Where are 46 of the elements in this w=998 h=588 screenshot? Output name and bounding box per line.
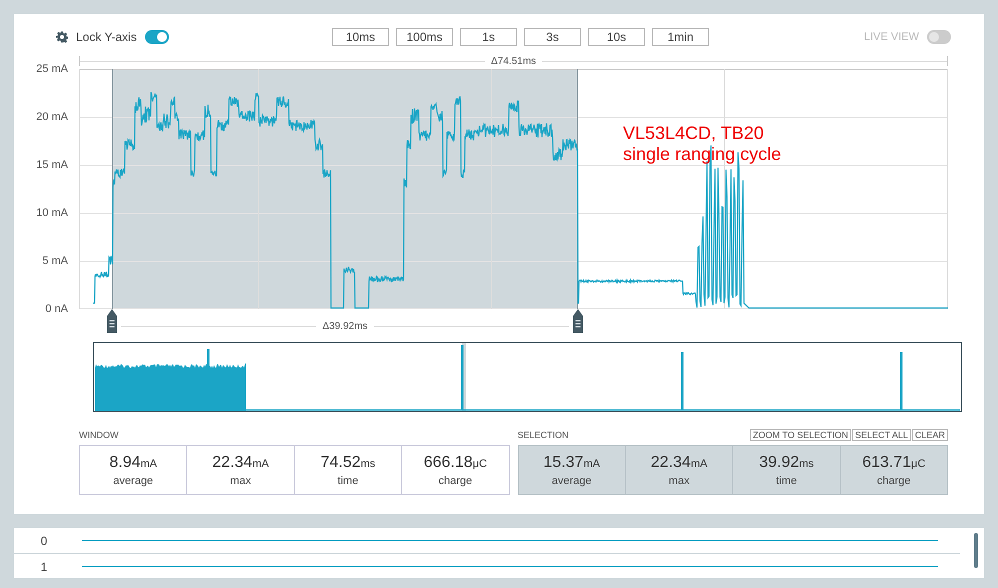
selection-duration: Δ39.92ms (321, 320, 369, 332)
axis-label: 5 mA (42, 255, 68, 267)
time-range-button[interactable]: 3s (524, 28, 581, 46)
stat-value: 613.71μC (862, 454, 926, 472)
scrollbar-thumb[interactable] (974, 533, 978, 568)
stat-label: average (552, 474, 592, 486)
axis-label: 25 mA (36, 63, 68, 75)
stat-label: time (776, 474, 797, 486)
stat-value: 74.52ms (320, 454, 376, 472)
time-range-button[interactable]: 100ms (396, 28, 453, 46)
section-title: SELECTION (518, 430, 569, 440)
window-duration: Δ74.51ms (490, 56, 538, 66)
stat-label: time (338, 474, 358, 486)
selection-handle[interactable] (573, 309, 583, 333)
annotation-text: VL53L4CD, TB20 (623, 122, 764, 144)
stat-value: 22.34mA (650, 454, 708, 472)
stat-value: 666.18μC (424, 454, 487, 472)
selection-action-button[interactable]: SELECT ALL (852, 429, 911, 441)
stat-label: charge (876, 474, 911, 486)
axis-label: 15 mA (36, 159, 68, 171)
stat-label: max (668, 474, 690, 486)
channel-label: 0 (40, 534, 48, 548)
settings-icon[interactable] (56, 31, 68, 43)
stat-value: 15.37mA (543, 454, 600, 472)
channel-label: 1 (40, 560, 48, 574)
axis-label: 0 nA (45, 303, 68, 315)
stat-value: 22.34mA (212, 454, 269, 472)
stat-value: 39.92ms (759, 454, 814, 472)
axis-label: 20 mA (36, 111, 68, 123)
selection-action-button[interactable]: ZOOM TO SELECTION (750, 429, 852, 441)
stat-label: charge (438, 474, 472, 486)
selection-handle[interactable] (107, 309, 117, 333)
axis-label: 10 mA (36, 207, 68, 219)
lock-y-axis-toggle[interactable] (144, 30, 169, 44)
lock-y-axis-label: Lock Y-axis (76, 30, 137, 44)
time-range-button[interactable]: 1s (460, 28, 517, 46)
stat-label: max (230, 474, 251, 486)
stat-value: 8.94mA (109, 454, 157, 472)
selection-action-button[interactable]: CLEAR (912, 429, 948, 441)
time-range-button[interactable]: 1min (652, 28, 709, 46)
section-title: WINDOW (79, 430, 118, 440)
stat-label: average (113, 474, 154, 486)
live-view-toggle[interactable] (927, 30, 951, 44)
live-view-label: LIVE VIEW (864, 31, 919, 43)
time-range-button[interactable]: 10ms (332, 28, 389, 46)
time-range-button[interactable]: 10s (588, 28, 645, 46)
